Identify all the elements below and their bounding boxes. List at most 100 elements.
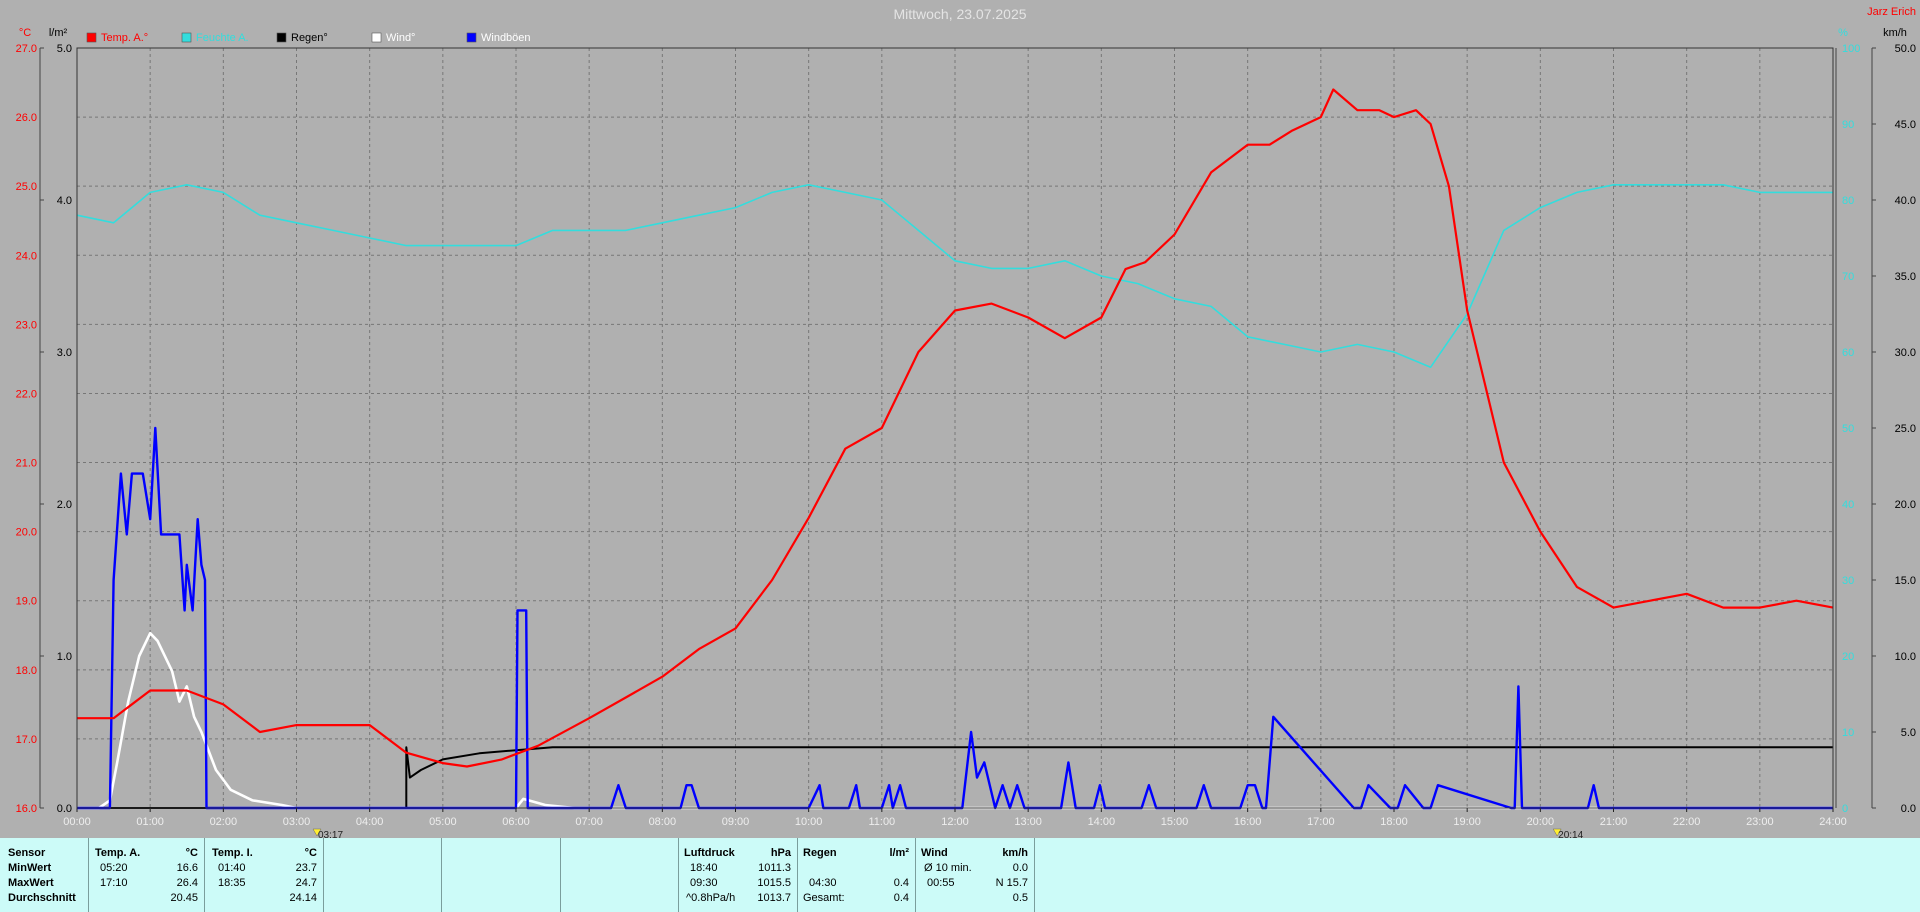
sun-marker-label: 20:14 <box>1558 830 1583 838</box>
legend-label: Windböen <box>481 32 531 44</box>
unit-right-percent: % <box>1838 27 1848 39</box>
wind-tick-label: 0.0 <box>1901 803 1916 815</box>
x-tick-label: 00:00 <box>63 816 91 828</box>
temp-i-head: Temp. I. <box>212 847 253 859</box>
x-tick-label: 09:00 <box>722 816 750 828</box>
temp-tick-label: 18.0 <box>16 665 37 677</box>
statistics-panel: Sensor MinWert MaxWert Durchschnitt Temp… <box>0 838 1920 912</box>
percent-tick-label: 20 <box>1842 651 1854 663</box>
row-label-sensor: Sensor <box>8 847 46 859</box>
pressure-max-val: 1015.5 <box>757 877 791 889</box>
weather-chart: 00:00 01:00 02:00 03:00 04:00 05:00 06:00 07:00… <box>16 6 1916 838</box>
rain-total-val: 0.4 <box>893 892 909 904</box>
legend-label: Feuchte A. <box>196 32 249 44</box>
temp-tick-label: 26.0 <box>16 112 37 124</box>
temp-i-max-val: 24.7 <box>295 877 317 889</box>
temp-a-unit: °C <box>185 847 198 859</box>
x-tick-label: 21:00 <box>1600 816 1628 828</box>
row-label-avg: Durchschnitt <box>8 892 76 904</box>
rain-max-time: 04:30 <box>809 877 837 889</box>
x-tick-label: 11:00 <box>868 816 895 828</box>
pressure-avg: 1013.7 <box>757 892 791 904</box>
x-tick-label: 08:00 <box>649 816 677 828</box>
percent-tick-label: 70 <box>1842 271 1854 283</box>
wind-tick-label: 30.0 <box>1895 347 1916 359</box>
rain-tick-label: 3.0 <box>57 347 72 359</box>
x-tick-label: 16:00 <box>1234 816 1262 828</box>
unit-left-rain: l/m² <box>49 27 68 39</box>
legend-swatch <box>181 32 192 43</box>
percent-tick-label: 30 <box>1842 575 1854 587</box>
rain-head: Regen <box>803 847 837 859</box>
wind-tick-label: 20.0 <box>1895 499 1916 511</box>
x-tick-label: 12:00 <box>941 816 969 828</box>
legend-label: Regen° <box>291 32 328 44</box>
temp-a-min-time: 05:20 <box>100 862 128 874</box>
temp-i-unit: °C <box>304 847 317 859</box>
x-tick-label: 22:00 <box>1673 816 1701 828</box>
wind-max-val: N 15.7 <box>995 877 1028 889</box>
wind-avg10-label: Ø 10 min. <box>924 862 972 874</box>
rain-tick-label: 2.0 <box>57 499 72 511</box>
pressure-trend-label: ^0.8hPa/h <box>686 892 736 904</box>
percent-tick-label: 50 <box>1842 423 1854 435</box>
temp-i-min-time: 01:40 <box>218 862 246 874</box>
wind-tick-label: 40.0 <box>1895 195 1916 207</box>
percent-tick-label: 100 <box>1842 43 1860 55</box>
x-tick-label: 04:00 <box>356 816 384 828</box>
wind-unit: km/h <box>1002 847 1028 859</box>
chart-title: Mittwoch, 23.07.2025 <box>893 6 1026 22</box>
rain-tick-label: 5.0 <box>57 43 72 55</box>
x-tick-label: 07:00 <box>575 816 603 828</box>
temp-i-min-val: 23.7 <box>295 862 317 874</box>
unit-right-wind: km/h <box>1883 27 1907 39</box>
x-tick-label: 03:00 <box>283 816 311 828</box>
wind-avg: 0.5 <box>1012 892 1028 904</box>
temp-i-max-time: 18:35 <box>218 877 246 889</box>
temp-tick-label: 21.0 <box>16 458 37 470</box>
temp-tick-label: 19.0 <box>16 596 37 608</box>
pressure-min-time: 18:40 <box>690 862 718 874</box>
temp-tick-label: 16.0 <box>16 803 37 815</box>
rain-tick-label: 0.0 <box>57 803 72 815</box>
legend-label: Temp. A.° <box>101 32 148 44</box>
x-tick-label: 17:00 <box>1307 816 1335 828</box>
temp-a-max-val: 26.4 <box>176 877 198 889</box>
percent-tick-label: 60 <box>1842 347 1854 359</box>
temp-tick-label: 27.0 <box>16 43 37 55</box>
wind-tick-label: 15.0 <box>1895 575 1916 587</box>
legend-label: Wind° <box>386 32 415 44</box>
legend-swatch <box>86 32 97 43</box>
temp-tick-label: 17.0 <box>16 734 37 746</box>
legend-swatch <box>276 32 287 43</box>
chart-grid <box>77 48 1833 808</box>
legend-swatch <box>371 32 382 43</box>
rain-unit: l/m² <box>889 847 909 859</box>
temp-a-min-val: 16.6 <box>176 862 198 874</box>
sun-marker-label: 03:17 <box>318 830 343 838</box>
pressure-min-val: 1011.3 <box>758 862 791 874</box>
x-tick-label: 13:00 <box>1014 816 1042 828</box>
chart-legend: Temp. A.° Feuchte A. Regen° Wind° Windböen <box>86 32 531 44</box>
rain-max-val: 0.4 <box>893 877 909 889</box>
temp-a-avg: 20.45 <box>170 892 198 904</box>
rain-total-label: Gesamt: <box>803 892 845 904</box>
wind-tick-label: 25.0 <box>1895 423 1916 435</box>
wind-tick-label: 10.0 <box>1895 651 1916 663</box>
temp-a-head: Temp. A. <box>95 847 141 859</box>
wind-tick-label: 35.0 <box>1895 271 1916 283</box>
pressure-unit: hPa <box>770 847 791 859</box>
percent-tick-label: 10 <box>1842 727 1854 739</box>
rain-tick-label: 4.0 <box>57 195 72 207</box>
legend-swatch <box>466 32 477 43</box>
temp-tick-label: 24.0 <box>16 250 37 262</box>
temp-tick-label: 25.0 <box>16 181 37 193</box>
temp-a-max-time: 17:10 <box>100 877 128 889</box>
x-tick-label: 15:00 <box>1161 816 1189 828</box>
temp-i-avg: 24.14 <box>289 892 317 904</box>
x-tick-label: 01:00 <box>136 816 164 828</box>
x-tick-label: 05:00 <box>429 816 457 828</box>
wind-tick-label: 5.0 <box>1901 727 1916 739</box>
percent-tick-label: 0 <box>1842 803 1848 815</box>
x-tick-label: 20:00 <box>1527 816 1555 828</box>
